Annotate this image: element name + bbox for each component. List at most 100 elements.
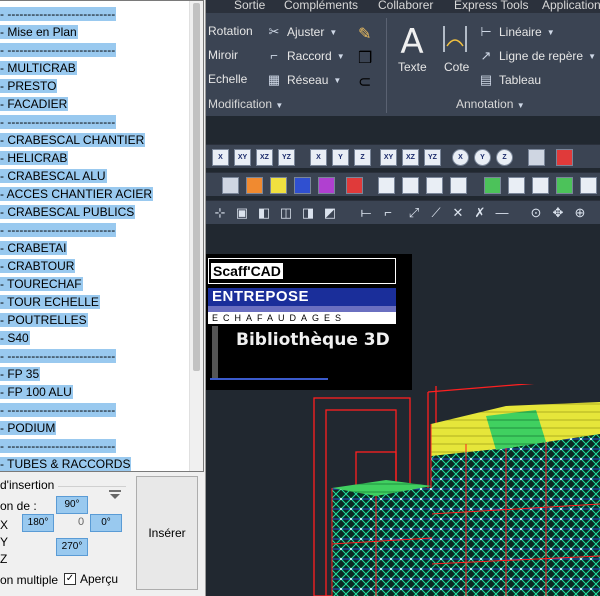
tab-application[interactable]: Application — [542, 0, 600, 12]
plane-yz-icon[interactable]: YZ — [424, 149, 441, 166]
solid-icon[interactable]: ◨ — [300, 205, 316, 221]
drawing-area[interactable]: X XY XZ YZ X Y Z XY XZ YZ X Y Z ⊹ ▣ ◧ ◫ … — [206, 116, 600, 596]
polyline-icon[interactable]: ⌐ — [380, 205, 396, 221]
echelle-button[interactable]: Echelle — [208, 72, 247, 86]
axis-x-icon[interactable]: X — [310, 149, 327, 166]
reseau-button[interactable]: ▦ Réseau ▼ — [266, 72, 341, 88]
list-scrollbar[interactable] — [189, 1, 203, 471]
list-item[interactable]: - CRABETAI — [0, 239, 190, 257]
list-item[interactable]: - Mise en Plan — [0, 23, 190, 41]
ucs-xz-icon[interactable]: XZ — [256, 149, 273, 166]
list-item[interactable]: - POUTRELLES — [0, 311, 190, 329]
text-large-icon[interactable]: A — [396, 22, 428, 62]
list-item[interactable]: - TOUR ECHELLE — [0, 293, 190, 311]
cylinder-icon[interactable]: ◫ — [278, 205, 294, 221]
ucs-yz-icon[interactable]: YZ — [278, 149, 295, 166]
rotate-x-icon[interactable]: X — [452, 149, 469, 166]
list-item[interactable]: - MULTICRAB — [0, 59, 190, 77]
insert-button[interactable]: Insérer — [136, 476, 198, 590]
chevron-down-icon[interactable]: ▼ — [329, 28, 337, 37]
tab-complements[interactable]: Compléments — [284, 0, 358, 12]
dash-icon[interactable]: — — [494, 205, 510, 221]
list-item[interactable]: - HELICRAB — [0, 149, 190, 167]
3d-box-icon[interactable]: ❒ — [358, 48, 372, 68]
green-block-icon[interactable] — [484, 177, 501, 194]
rotate-3d-icon[interactable]: ⤢ — [406, 205, 422, 221]
ladder-yellow-icon[interactable] — [270, 177, 287, 194]
rotate-z-icon[interactable]: Z — [496, 149, 513, 166]
axis-y-icon[interactable]: Y — [332, 149, 349, 166]
panel-title-annotation[interactable]: Annotation ▼ — [456, 97, 525, 111]
list-item[interactable]: - --------------------------- — [0, 41, 190, 59]
chevron-down-icon[interactable]: ▼ — [337, 52, 345, 61]
insert-point-icon[interactable]: ⊹ — [212, 205, 228, 221]
block-3-icon[interactable] — [532, 177, 549, 194]
align-icon[interactable]: ⟋ — [428, 205, 444, 221]
snap-pivot-icon[interactable]: ⊕ — [572, 205, 588, 221]
list-item[interactable]: - PODIUM — [0, 419, 190, 437]
list-item[interactable]: - --------------------------- — [0, 401, 190, 419]
ucs-x-icon[interactable]: X — [212, 149, 229, 166]
line-icon[interactable]: ⟝ — [358, 205, 374, 221]
red-cube-icon[interactable] — [346, 177, 363, 194]
rotate-0-button[interactable]: 0° — [90, 514, 122, 532]
dimension-icon[interactable] — [442, 24, 468, 54]
rotate-y-icon[interactable]: Y — [474, 149, 491, 166]
view-1-icon[interactable] — [378, 177, 395, 194]
miroir-button[interactable]: Miroir — [208, 48, 238, 62]
list-item[interactable]: - --------------------------- — [0, 347, 190, 365]
scrollbar-thumb[interactable] — [193, 3, 200, 371]
list-item[interactable]: - --------------------------- — [0, 5, 190, 23]
ucs-xy-icon[interactable]: XY — [234, 149, 251, 166]
chevron-down-icon[interactable]: ▼ — [588, 52, 596, 61]
view-3-icon[interactable] — [426, 177, 443, 194]
offset-icon[interactable]: ⊂ — [358, 72, 371, 92]
list-item[interactable]: - --------------------------- — [0, 113, 190, 131]
block-2-icon[interactable] — [508, 177, 525, 194]
snap-move-icon[interactable]: ✥ — [550, 205, 566, 221]
checkbox-box[interactable]: ✓ — [64, 573, 76, 585]
texte-label[interactable]: Texte — [398, 60, 427, 74]
list-item[interactable]: - CRABTOUR — [0, 257, 190, 275]
lineaire-button[interactable]: ⊢ Linéaire ▼ — [478, 24, 555, 40]
axis-z-icon[interactable]: Z — [354, 149, 371, 166]
box-icon[interactable]: ▣ — [234, 205, 250, 221]
chevron-down-icon[interactable]: ▼ — [547, 28, 555, 37]
delete-view-icon[interactable] — [450, 177, 467, 194]
stop-icon[interactable] — [556, 149, 573, 166]
stairs-icon[interactable] — [222, 177, 239, 194]
rotate-90-button[interactable]: 90° — [56, 496, 88, 514]
collapse-icon[interactable] — [108, 490, 122, 500]
tab-express-tools[interactable]: Express Tools — [454, 0, 528, 12]
extrude-icon[interactable]: ◩ — [322, 205, 338, 221]
break-icon[interactable]: ✗ — [472, 205, 488, 221]
block-5-icon[interactable] — [580, 177, 597, 194]
monitor-icon[interactable] — [528, 149, 545, 166]
view-2-icon[interactable] — [402, 177, 419, 194]
snap-circle-icon[interactable]: ⊙ — [528, 205, 544, 221]
rotation-button[interactable]: Rotation — [208, 24, 253, 38]
cross-icon[interactable]: ✕ — [450, 205, 466, 221]
scaffold-3d-model[interactable] — [206, 384, 600, 596]
list-item[interactable]: - FACADIER — [0, 95, 190, 113]
list-item[interactable]: - CRABESCAL PUBLICS — [0, 203, 190, 221]
tab-collaborer[interactable]: Collaborer — [378, 0, 433, 12]
list-item[interactable]: - S40 — [0, 329, 190, 347]
h-frame-icon[interactable] — [294, 177, 311, 194]
rotate-270-button[interactable]: 270° — [56, 538, 88, 556]
plane-xz-icon[interactable]: XZ — [402, 149, 419, 166]
plane-xy-icon[interactable]: XY — [380, 149, 397, 166]
gear-orange-icon[interactable] — [246, 177, 263, 194]
pencil-icon[interactable]: ✎ — [358, 24, 371, 44]
cube-icon[interactable]: ◧ — [256, 205, 272, 221]
panel-title-modification[interactable]: Modification ▼ — [208, 97, 283, 111]
list-item[interactable]: - CRABESCAL ALU — [0, 167, 190, 185]
list-item[interactable]: - CRABESCAL CHANTIER — [0, 131, 190, 149]
list-item[interactable]: - --------------------------- — [0, 221, 190, 239]
ajuster-button[interactable]: ✂ Ajuster ▼ — [266, 24, 338, 40]
list-item[interactable]: - TOURECHAF — [0, 275, 190, 293]
purple-part-icon[interactable] — [318, 177, 335, 194]
apercu-checkbox[interactable]: ✓ Aperçu — [64, 572, 118, 586]
cote-label[interactable]: Cote — [444, 60, 469, 74]
list-item[interactable]: - --------------------------- — [0, 437, 190, 455]
